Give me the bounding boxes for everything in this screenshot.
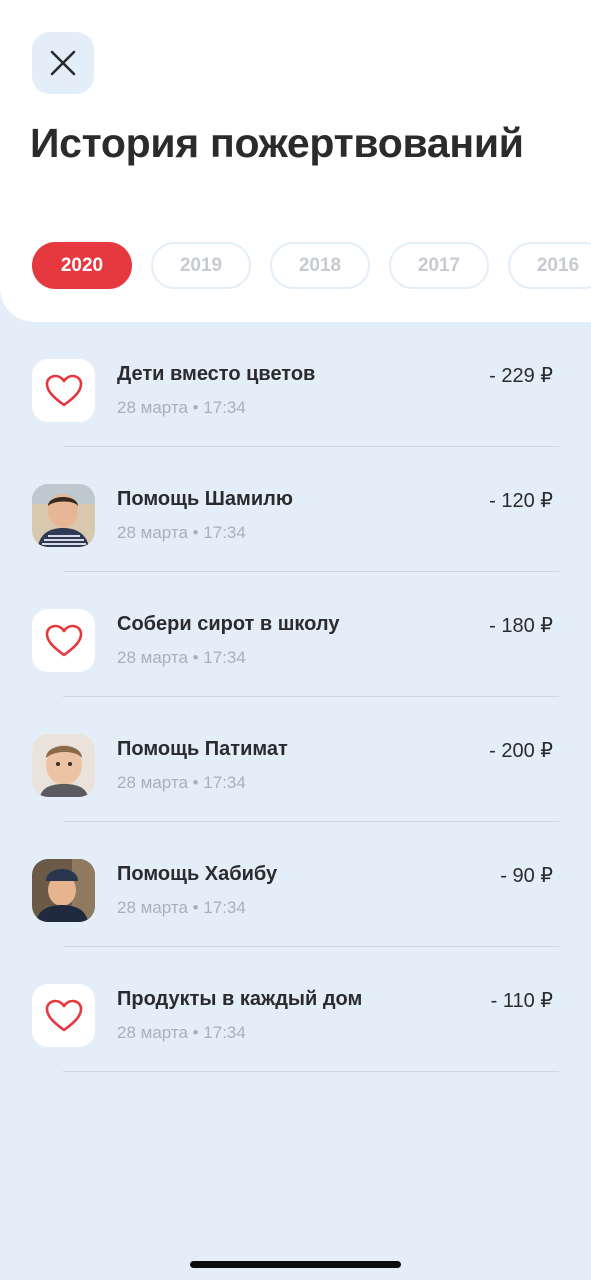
donation-title: Помощь Хабибу	[117, 863, 278, 885]
year-chip-2019[interactable]: 2019	[151, 242, 251, 289]
donation-title: Дети вместо цветов	[117, 363, 316, 385]
donation-amount: - 120 ₽	[489, 490, 553, 512]
donation-title: Помощь Шамилю	[117, 488, 293, 510]
donation-item[interactable]: Помощь Патимат 28 марта • 17:34 - 200 ₽	[0, 697, 591, 822]
home-indicator[interactable]	[190, 1261, 401, 1268]
donation-amount: - 180 ₽	[489, 615, 553, 637]
donation-list: Дети вместо цветов 28 марта • 17:34 - 22…	[0, 322, 591, 1072]
donation-amount: - 90 ₽	[500, 865, 553, 887]
divider	[63, 1071, 559, 1072]
donation-item[interactable]: Собери сирот в школу 28 марта • 17:34 - …	[0, 572, 591, 697]
child-photo	[32, 734, 95, 797]
heart-icon	[32, 359, 95, 422]
donation-title: Собери сирот в школу	[117, 613, 340, 635]
donation-amount: - 200 ₽	[489, 740, 553, 762]
year-chip-2020[interactable]: 2020	[32, 242, 132, 289]
donation-date: 28 марта • 17:34	[117, 398, 246, 417]
close-icon	[50, 50, 76, 76]
donation-title: Помощь Патимат	[117, 738, 288, 760]
child-photo	[32, 484, 95, 547]
donation-history-screen: История пожертвований 2020 2019 2018 201…	[0, 0, 591, 1280]
donation-date: 28 марта • 17:34	[117, 648, 246, 667]
donation-amount: - 110 ₽	[490, 990, 553, 1012]
child-photo	[32, 859, 95, 922]
donation-title: Продукты в каждый дом	[117, 988, 363, 1010]
heart-icon	[32, 609, 95, 672]
donation-item[interactable]: Помощь Хабибу 28 марта • 17:34 - 90 ₽	[0, 822, 591, 947]
donation-date: 28 марта • 17:34	[117, 1023, 246, 1042]
donation-item[interactable]: Помощь Шамилю 28 марта • 17:34 - 120 ₽	[0, 447, 591, 572]
header-card: История пожертвований 2020 2019 2018 201…	[0, 0, 591, 322]
donation-date: 28 марта • 17:34	[117, 898, 246, 917]
donation-amount: - 229 ₽	[489, 365, 553, 387]
heart-icon	[32, 984, 95, 1047]
donation-date: 28 марта • 17:34	[117, 523, 246, 542]
close-button[interactable]	[32, 32, 94, 94]
page-title: История пожертвований	[30, 120, 524, 166]
year-filter: 2020 2019 2018 2017 2016	[32, 242, 591, 289]
year-chip-2017[interactable]: 2017	[389, 242, 489, 289]
donation-item[interactable]: Дети вместо цветов 28 марта • 17:34 - 22…	[0, 322, 591, 447]
year-chip-2016[interactable]: 2016	[508, 242, 591, 289]
year-chip-2018[interactable]: 2018	[270, 242, 370, 289]
donation-item[interactable]: Продукты в каждый дом 28 марта • 17:34 -…	[0, 947, 591, 1072]
donation-date: 28 марта • 17:34	[117, 773, 246, 792]
